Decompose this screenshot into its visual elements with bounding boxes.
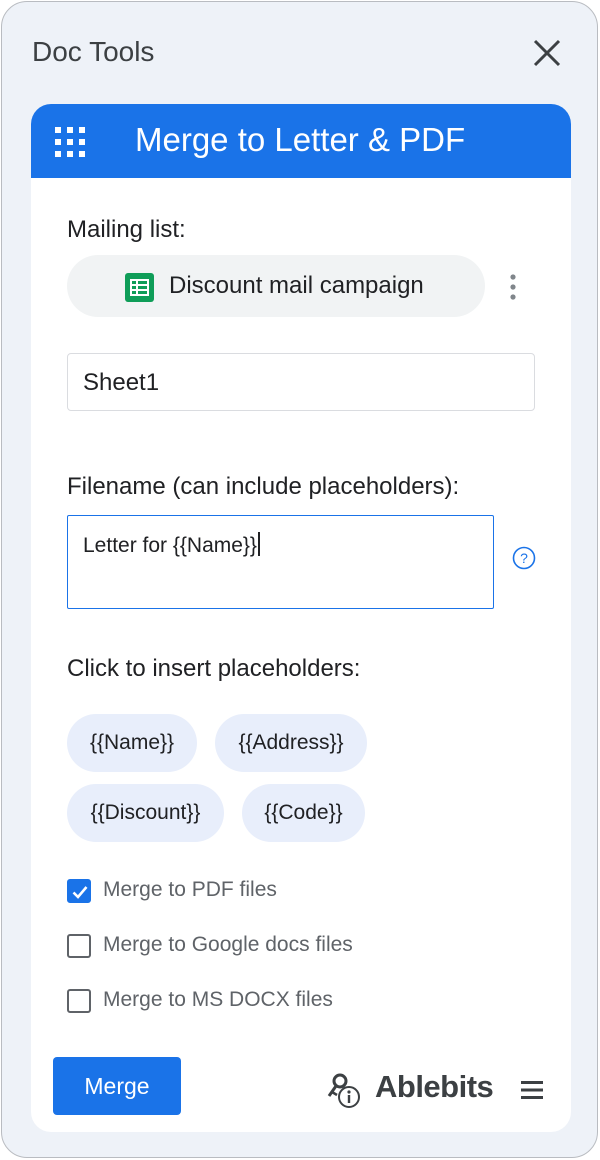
sheet-select[interactable]: Sheet1 [67,353,535,411]
text-caret [257,532,260,556]
panel-title: Merge to Letter & PDF [135,121,466,158]
option-label: Merge to PDF files [103,878,277,901]
option-label: Merge to MS DOCX files [103,988,333,1011]
filename-value: Letter for {{Name}} [83,534,257,557]
ablebits-key-info-icon[interactable] [325,1071,363,1109]
placeholder-chip-discount[interactable]: {{Discount}} [67,784,224,842]
svg-text:?: ? [520,550,528,566]
placeholders-label: Click to insert placeholders: [67,655,361,682]
panel-header: Merge to Letter & PDF [31,104,571,178]
filename-input[interactable]: Letter for {{Name}} [67,515,494,609]
checkbox-unchecked[interactable] [67,934,91,958]
ablebits-logo-text: Ablebits [375,1069,494,1104]
spreadsheet-picker[interactable]: Discount mail campaign [67,255,485,317]
placeholder-chip-name[interactable]: {{Name}} [67,714,197,772]
grid-icon[interactable] [54,126,86,158]
main-panel: Merge to Letter & PDF Mailing list: Disc… [31,104,571,1132]
google-sheets-icon [125,273,154,302]
window-title: Doc Tools [32,36,155,67]
mailing-list-label: Mailing list: [67,216,186,243]
option-label: Merge to Google docs files [103,933,353,956]
filename-label: Filename (can include placeholders): [67,473,460,500]
option-merge-docx[interactable]: Merge to MS DOCX files [67,986,487,1016]
help-icon[interactable]: ? [512,546,536,570]
placeholder-chip-address[interactable]: {{Address}} [215,714,367,772]
window-topbar: Doc Tools [2,2,597,102]
option-merge-gdocs[interactable]: Merge to Google docs files [67,931,487,961]
checkbox-unchecked[interactable] [67,989,91,1013]
more-vert-icon[interactable] [503,272,523,302]
close-icon[interactable] [530,36,564,70]
spreadsheet-name: Discount mail campaign [169,272,424,299]
merge-button[interactable]: Merge [53,1057,181,1115]
addon-window: Doc Tools Merge to Letter & PDF Mailing … [1,1,598,1158]
placeholder-chip-code[interactable]: {{Code}} [242,784,365,842]
checkbox-checked[interactable] [67,879,91,903]
option-merge-pdf[interactable]: Merge to PDF files [67,876,487,906]
hamburger-menu-icon[interactable] [520,1079,544,1101]
